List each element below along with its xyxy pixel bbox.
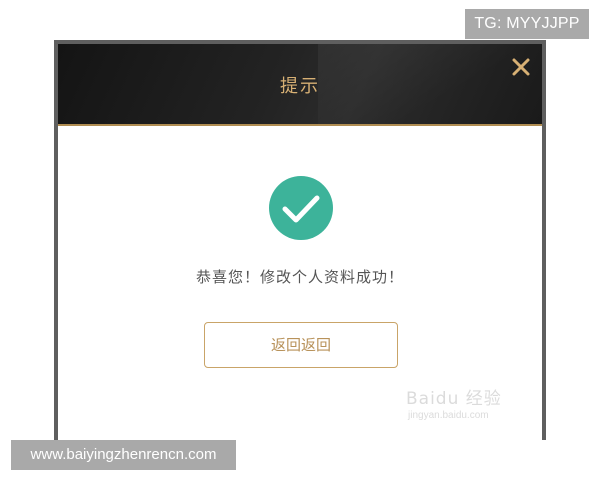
success-dialog: 提示 恭喜您！修改个人资料成功！ 返回返回 Baidu 经验 jingyan.b… bbox=[54, 40, 546, 440]
baidu-watermark: Baidu 经验 jingyan.baidu.com bbox=[404, 372, 524, 432]
page: TG: MYYJJPP 提示 恭喜您！修改个人资料成功！ 返回返回 Baidu … bbox=[0, 0, 600, 480]
close-button[interactable] bbox=[510, 56, 532, 78]
close-icon bbox=[512, 58, 530, 76]
baidu-watermark-url: jingyan.baidu.com bbox=[408, 410, 489, 421]
return-button[interactable]: 返回返回 bbox=[204, 322, 398, 368]
dialog-header: 提示 bbox=[58, 44, 542, 126]
baidu-watermark-text: Baidu 经验 bbox=[406, 389, 502, 409]
watermark-tag-bottom: www.baiyingzhenrencn.com bbox=[11, 440, 236, 470]
watermark-tag-top: TG: MYYJJPP bbox=[465, 9, 589, 39]
success-message: 恭喜您！修改个人资料成功！ bbox=[195, 268, 404, 286]
dialog-title: 提示 bbox=[280, 76, 320, 97]
checkmark-circle-icon bbox=[269, 176, 333, 240]
